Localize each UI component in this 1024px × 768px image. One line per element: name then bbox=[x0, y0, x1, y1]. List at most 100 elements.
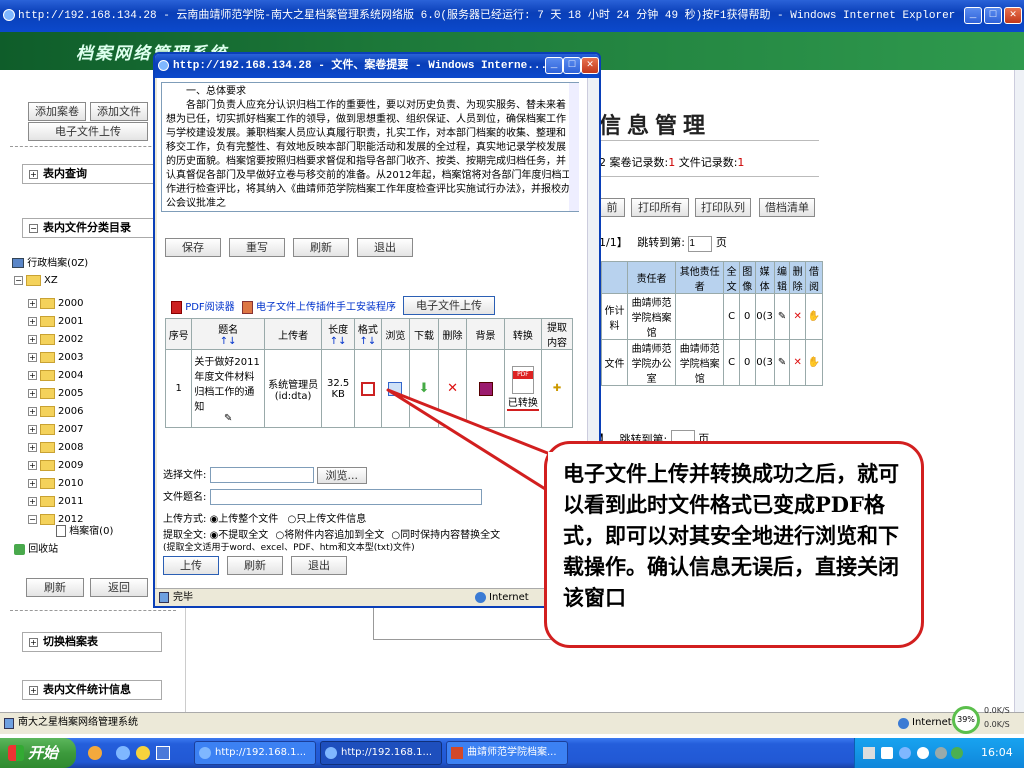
popup-titlebar[interactable]: http://192.168.134.28 - 文件、案卷提要 - Window… bbox=[155, 54, 599, 78]
recycle-bin[interactable]: 回收站 bbox=[14, 542, 58, 558]
expand-icon[interactable]: + bbox=[28, 424, 37, 434]
plugin-link[interactable]: 电子文件上传插件手工安装程序 bbox=[256, 302, 396, 313]
add-file-button[interactable]: 添加文件 bbox=[90, 102, 148, 121]
add-archive-button[interactable]: 添加案卷 bbox=[28, 102, 86, 121]
sort-title-icon[interactable]: ↑↓ bbox=[192, 336, 264, 347]
tree-sub[interactable]: − XZ bbox=[14, 273, 58, 289]
section-switch[interactable]: + 切换档案表 bbox=[22, 632, 162, 652]
close-button[interactable]: ✕ bbox=[1004, 7, 1022, 24]
page-scrollbar[interactable] bbox=[1014, 70, 1024, 712]
exit-button[interactable]: 退出 bbox=[357, 238, 413, 257]
popup-close-button[interactable]: ✕ bbox=[581, 57, 599, 74]
tree-year-2004[interactable]: +2004 bbox=[28, 368, 83, 384]
tray-icon[interactable] bbox=[881, 747, 893, 759]
tray-icon[interactable] bbox=[935, 747, 947, 759]
tray-icon[interactable] bbox=[951, 747, 963, 759]
collapse-icon[interactable]: − bbox=[28, 514, 37, 524]
messenger-icon[interactable] bbox=[88, 746, 102, 760]
jump-input[interactable] bbox=[688, 235, 713, 252]
taskbar-item[interactable]: 曲靖师范学院档案... bbox=[446, 741, 568, 765]
file-path-input[interactable] bbox=[209, 467, 314, 483]
tree-year-2000[interactable]: +2000 bbox=[28, 296, 83, 312]
expand-icon[interactable]: + bbox=[28, 388, 37, 398]
tree-year-2003[interactable]: +2003 bbox=[28, 350, 83, 366]
upload-button[interactable]: 电子文件上传 bbox=[28, 122, 148, 141]
browse-button[interactable]: 浏览... bbox=[316, 466, 367, 484]
edit-icon[interactable]: ✎ bbox=[773, 293, 791, 340]
tray-icon[interactable] bbox=[863, 747, 875, 759]
borrow-icon[interactable]: ✋ bbox=[805, 293, 823, 340]
section-query[interactable]: + 表内查询 bbox=[22, 164, 162, 184]
refresh-button[interactable]: 刷新 bbox=[26, 578, 84, 597]
col-delete: 删除 bbox=[789, 261, 806, 294]
expand-icon[interactable]: + bbox=[28, 496, 37, 506]
ie-quick-icon[interactable] bbox=[116, 746, 130, 760]
expand-icon[interactable]: + bbox=[28, 298, 37, 308]
expand-icon[interactable]: + bbox=[28, 460, 37, 470]
minimize-button[interactable]: _ bbox=[964, 7, 982, 24]
reset-button[interactable]: 重写 bbox=[229, 238, 285, 257]
edit-icon[interactable]: ✎ bbox=[194, 413, 262, 424]
save-button[interactable]: 保存 bbox=[165, 238, 221, 257]
tree-year-2002[interactable]: +2002 bbox=[28, 332, 83, 348]
prev-button[interactable]: 前 bbox=[599, 198, 625, 217]
section-stats[interactable]: + 表内文件统计信息 bbox=[22, 680, 162, 700]
tree-year-2005[interactable]: +2005 bbox=[28, 386, 83, 402]
media-icon[interactable] bbox=[136, 746, 150, 760]
taskbar-item[interactable]: http://192.168.1... bbox=[194, 741, 316, 765]
ie-icon bbox=[3, 9, 15, 21]
print-all-button[interactable]: 打印所有 bbox=[631, 198, 689, 217]
expand-icon[interactable]: + bbox=[28, 478, 37, 488]
callout-box: 电子文件上传并转换成功之后，就可以看到此时文件格式已变成PDF格式，即可以对其安… bbox=[544, 441, 924, 648]
tree-year-2011[interactable]: +2011 bbox=[28, 494, 83, 510]
expand-icon[interactable]: + bbox=[28, 352, 37, 362]
table-row[interactable]: 作计料 曲靖师范学院档案馆 C 0 0(3 ✎ ✕ ✋ bbox=[601, 293, 823, 340]
delete-icon[interactable]: ✕ bbox=[789, 339, 806, 386]
taskbar-item-active[interactable]: http://192.168.1... bbox=[320, 741, 442, 765]
section-category[interactable]: − 表内文件分类目录 bbox=[22, 218, 162, 238]
upload-submit-button[interactable]: 上传 bbox=[163, 556, 219, 575]
expand-icon[interactable]: + bbox=[28, 370, 37, 380]
tree-root[interactable]: 行政档案(0Z) bbox=[12, 256, 88, 272]
summary-textarea[interactable]: 一、总体要求 各部门负责人应充分认识归档工作的重要性，要以对历史负责、为现实服务… bbox=[161, 82, 579, 212]
mode-whole-label: 上传整个文件 bbox=[218, 514, 279, 525]
expand-icon[interactable]: + bbox=[28, 406, 37, 416]
desktop-icon[interactable] bbox=[156, 746, 170, 760]
summary-scrollbar[interactable] bbox=[569, 83, 579, 211]
clock[interactable]: 16:04 bbox=[981, 746, 1013, 759]
tree-year-2008[interactable]: +2008 bbox=[28, 440, 83, 456]
delete-icon[interactable]: ✕ bbox=[789, 293, 806, 340]
sort-length-icon[interactable]: ↑↓ bbox=[322, 336, 354, 347]
upload-tab-button[interactable]: 电子文件上传 bbox=[403, 296, 495, 315]
borrow-icon[interactable]: ✋ bbox=[805, 339, 823, 386]
pdf-reader-link[interactable]: PDF阅读器 bbox=[185, 302, 234, 313]
borrow-list-button[interactable]: 借档清单 bbox=[759, 198, 815, 217]
tree-year-2012[interactable]: − 2012 bbox=[28, 512, 83, 528]
tree-year-2006[interactable]: +2006 bbox=[28, 404, 83, 420]
print-list-button[interactable]: 打印队列 bbox=[695, 198, 751, 217]
refresh-button[interactable]: 刷新 bbox=[293, 238, 349, 257]
radio-whole[interactable]: ◉ bbox=[210, 514, 219, 525]
sort-format-icon[interactable]: ↑↓ bbox=[355, 336, 380, 347]
start-button[interactable]: 开始 bbox=[0, 738, 76, 768]
popup-minimize-button[interactable]: _ bbox=[545, 57, 563, 74]
tree-year-2010[interactable]: +2010 bbox=[28, 476, 83, 492]
back-button[interactable]: 返回 bbox=[90, 578, 148, 597]
tray-icon[interactable] bbox=[899, 747, 911, 759]
main-window-titlebar[interactable]: http://192.168.134.28 - 云南曲靖师范学院-南大之星档案管… bbox=[0, 0, 1024, 32]
expand-icon[interactable]: + bbox=[28, 316, 37, 326]
tree-year-2009[interactable]: +2009 bbox=[28, 458, 83, 474]
refresh-button-2[interactable]: 刷新 bbox=[227, 556, 283, 575]
expand-icon[interactable]: + bbox=[28, 442, 37, 452]
edit-icon[interactable]: ✎ bbox=[773, 339, 791, 386]
table-row[interactable]: 文件 曲靖师范学院办公室 曲靖师范学院档案馆 C 0 0(3 ✎ ✕ ✋ bbox=[601, 339, 823, 386]
maximize-button[interactable]: □ bbox=[984, 7, 1002, 24]
radio-info[interactable]: ○ bbox=[287, 514, 296, 525]
tray-icon[interactable] bbox=[917, 747, 929, 759]
exit-button-2[interactable]: 退出 bbox=[291, 556, 347, 575]
expand-icon[interactable]: + bbox=[28, 334, 37, 344]
tree-year-2007[interactable]: +2007 bbox=[28, 422, 83, 438]
tree-year-2001[interactable]: +2001 bbox=[28, 314, 83, 330]
popup-maximize-button[interactable]: □ bbox=[563, 57, 581, 74]
pdf-format-icon bbox=[354, 349, 382, 428]
